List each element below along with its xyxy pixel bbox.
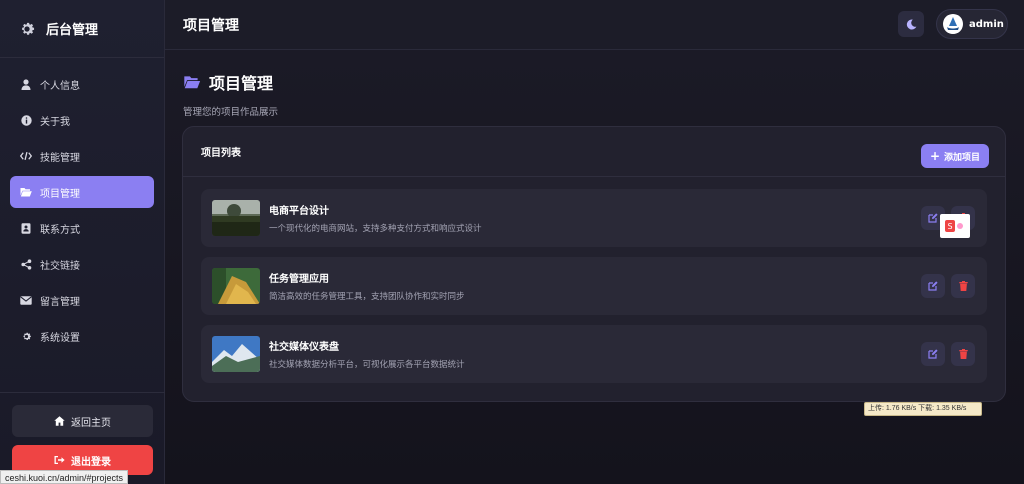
moon-icon — [906, 19, 916, 30]
sidebar-item-projects[interactable]: 项目管理 — [10, 176, 154, 208]
top-bar: 项目管理 admin — [165, 0, 1024, 50]
svg-text:S: S — [947, 222, 952, 231]
edit-button[interactable] — [921, 342, 945, 366]
add-project-button[interactable]: + 添加项目 — [921, 144, 989, 168]
project-description: 一个现代化的电商网站，支持多种支付方式和响应式设计 — [269, 224, 482, 234]
project-description: 社交媒体数据分析平台，可视化展示各平台数据统计 — [269, 360, 465, 370]
sidebar-item-label: 技能管理 — [40, 152, 80, 164]
sidebar-item-label: 个人信息 — [40, 80, 80, 92]
project-thumbnail — [212, 336, 260, 372]
sidebar-item-label: 社交链接 — [40, 260, 80, 272]
sidebar-nav: 个人信息 关于我 技能管理 项目管理 联系方式 社交链接 留言管理 系统设置 — [0, 58, 164, 352]
card-header: 项目列表 — [183, 127, 1005, 177]
delete-button[interactable] — [951, 274, 975, 298]
edit-icon — [928, 281, 938, 291]
project-thumbnail — [212, 268, 260, 304]
trash-icon — [958, 349, 968, 359]
edit-button[interactable] — [921, 274, 945, 298]
logout-button-label: 退出登录 — [71, 456, 111, 468]
sidebar-item-label: 系统设置 — [40, 332, 80, 344]
list-item: 社交媒体仪表盘 社交媒体数据分析平台，可视化展示各平台数据统计 — [201, 325, 987, 383]
add-project-label: 添加项目 — [944, 152, 981, 163]
page-header: 项目管理 管理您的项目作品展示 — [183, 70, 278, 118]
sidebar-item-profile[interactable]: 个人信息 — [10, 68, 154, 100]
sidebar-item-about[interactable]: 关于我 — [10, 104, 154, 136]
sidebar-item-label: 联系方式 — [40, 224, 80, 236]
sidebar-item-settings[interactable]: 系统设置 — [10, 320, 154, 352]
brand: 后台管理 — [0, 0, 164, 58]
folder-open-icon — [20, 186, 32, 198]
sign-out-icon — [54, 456, 65, 464]
home-icon — [54, 416, 65, 426]
user-menu[interactable]: admin — [936, 9, 1008, 39]
folder-open-icon — [184, 76, 201, 89]
main-content: 项目管理 管理您的项目作品展示 项目列表 + 添加项目 电商平台设计 一个现代化… — [165, 50, 1024, 484]
home-button[interactable]: 返回主页 — [12, 405, 153, 437]
delete-button[interactable] — [951, 342, 975, 366]
sidebar-item-contact[interactable]: 联系方式 — [10, 212, 154, 244]
list-item: 电商平台设计 一个现代化的电商网站，支持多种支付方式和响应式设计 — [201, 189, 987, 247]
project-name: 电商平台设计 — [269, 206, 329, 217]
share-icon — [20, 258, 32, 270]
avatar — [943, 14, 963, 34]
gear-icon — [22, 22, 35, 35]
plus-icon: + — [929, 149, 941, 163]
card-title: 项目列表 — [201, 148, 241, 159]
topbar-title: 项目管理 — [183, 17, 239, 34]
network-speed-widget: 上传: 1.76 KB/s 下载: 1.35 KB/s — [864, 402, 982, 416]
sidebar-item-label: 关于我 — [40, 116, 70, 128]
sidebar-item-label: 项目管理 — [40, 188, 80, 200]
sidebar: 后台管理 个人信息 关于我 技能管理 项目管理 联系方式 社交链接 留言管理 系… — [0, 0, 165, 484]
edit-icon — [928, 213, 938, 223]
user-icon — [20, 78, 32, 90]
trash-icon — [958, 281, 968, 291]
info-icon — [20, 114, 32, 126]
brand-title: 后台管理 — [46, 23, 99, 38]
theme-toggle-button[interactable] — [898, 11, 924, 37]
extension-icon[interactable]: S — [940, 214, 970, 238]
sidebar-item-messages[interactable]: 留言管理 — [10, 284, 154, 316]
envelope-icon — [20, 294, 32, 306]
home-button-label: 返回主页 — [71, 417, 111, 429]
sidebar-item-social[interactable]: 社交链接 — [10, 248, 154, 280]
sidebar-item-skills[interactable]: 技能管理 — [10, 140, 154, 172]
status-bar-url: ceshi.kuoi.cn/admin/#projects — [0, 470, 129, 484]
project-name: 社交媒体仪表盘 — [269, 342, 339, 353]
address-book-icon — [20, 222, 32, 234]
code-icon — [20, 150, 32, 162]
page-subtitle: 管理您的项目作品展示 — [183, 107, 279, 118]
page-title: 项目管理 — [209, 74, 274, 93]
project-name: 任务管理应用 — [269, 274, 329, 285]
user-name: admin — [969, 18, 1004, 30]
gear-icon — [20, 330, 32, 342]
project-thumbnail — [212, 200, 260, 236]
project-description: 简洁高效的任务管理工具，支持团队协作和实时同步 — [269, 292, 465, 302]
list-item: 任务管理应用 简洁高效的任务管理工具，支持团队协作和实时同步 — [201, 257, 987, 315]
edit-icon — [928, 349, 938, 359]
sidebar-item-label: 留言管理 — [40, 296, 80, 308]
project-list-card: 项目列表 + 添加项目 电商平台设计 一个现代化的电商网站，支持多种支付方式和响… — [182, 126, 1006, 402]
